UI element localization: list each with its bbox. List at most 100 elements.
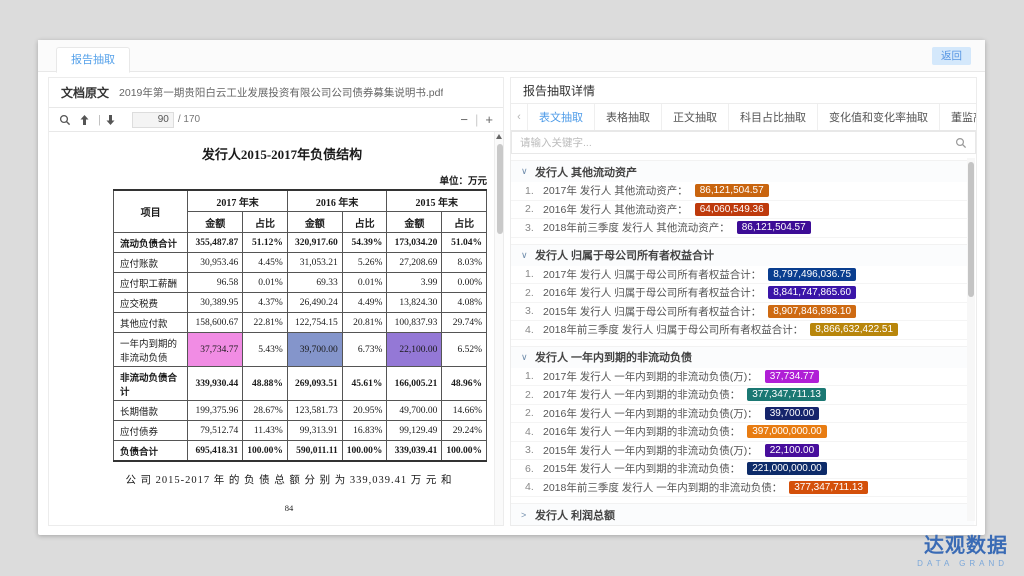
section-header[interactable]: ∨发行人 一年内到期的非流动负债	[511, 347, 974, 368]
zoom-out-button[interactable]: −	[460, 112, 468, 127]
extract-section: ∨发行人 一年内到期的非流动负债1.2017年 发行人 一年内到期的非流动负债(…	[511, 346, 974, 498]
value-badge[interactable]: 86,121,504.57	[695, 184, 769, 197]
item-label: 2016年 发行人 归属于母公司所有者权益合计：	[543, 285, 761, 300]
row-cell: 48.88%	[243, 367, 288, 401]
zoom-in-button[interactable]: +	[485, 112, 493, 127]
extract-pane: 报告抽取详情 ‹表文抽取表格抽取正文抽取科目占比抽取变化值和变化率抽取董监高年龄…	[510, 77, 977, 526]
row-label: 一年内到期的非流动负债	[114, 333, 188, 367]
extract-tab-4[interactable]: 变化值和变化率抽取	[817, 104, 939, 130]
extract-item[interactable]: 4.2018年前三季度 发行人 归属于母公司所有者权益合计：8,866,632,…	[511, 321, 974, 340]
extract-item[interactable]: 2.2017年 发行人 一年内到期的非流动负债：377,347,711.13	[511, 386, 974, 405]
section-header[interactable]: >发行人 利润总额	[511, 504, 974, 525]
extract-tab-2[interactable]: 正文抽取	[661, 104, 728, 130]
row-cell: 122,754.15	[287, 313, 342, 333]
extract-item[interactable]: 2.2016年 发行人 归属于母公司所有者权益合计： 8,841,747,865.…	[511, 284, 974, 303]
panel-scroll-thumb[interactable]	[968, 162, 974, 297]
row-cell: 5.43%	[243, 333, 288, 367]
keyword-search-input[interactable]	[520, 137, 955, 149]
extract-tab-1[interactable]: 表格抽取	[594, 104, 661, 130]
liabilities-table: 项目2017 年末2016 年末2015 年末金额占比金额占比金额占比流动负债合…	[113, 189, 487, 462]
value-badge[interactable]: 8,907,846,898.10	[768, 305, 856, 318]
row-cell: 13,824.30	[387, 293, 442, 313]
zoom-controls: − | +	[460, 112, 493, 127]
item-number: 1.	[525, 370, 543, 382]
item-number: 1.	[525, 268, 543, 280]
extract-item[interactable]: 2.2016年 发行人 一年内到期的非流动负债(万)：39,700.00	[511, 405, 974, 424]
row-cell: 100.00%	[342, 441, 387, 462]
pdf-unit-label: 单位：万元	[113, 173, 487, 187]
tabs-prev-icon[interactable]: ‹	[511, 104, 527, 130]
row-label: 长期借款	[114, 401, 188, 421]
pdf-footer-sentence: 公 司 2015-2017 年 的 负 债 总 额 分 别 为 339,039.…	[89, 472, 489, 487]
extract-item[interactable]: 4.2018年前三季度 发行人 一年内到期的非流动负债：377,347,711.…	[511, 479, 974, 498]
extract-tab-3[interactable]: 科目占比抽取	[728, 104, 817, 130]
row-cell: 28.67%	[243, 401, 288, 421]
table-header-year: 2017 年末	[188, 190, 288, 212]
extract-item[interactable]: 1.2017年 发行人 归属于母公司所有者权益合计：8,797,496,036.…	[511, 266, 974, 285]
value-badge[interactable]: 397,000,000.00	[747, 425, 827, 438]
search-icon[interactable]	[59, 114, 71, 126]
item-number: 2.	[525, 287, 543, 299]
tab-report-extract[interactable]: 报告抽取	[56, 47, 130, 73]
table-subheader: 占比	[342, 212, 387, 233]
extract-item[interactable]: 2.2016年 发行人 其他流动资产：64,060,549.36	[511, 201, 974, 220]
extract-section: ∨发行人 归属于母公司所有者权益合计1.2017年 发行人 归属于母公司所有者权…	[511, 244, 974, 340]
row-cell: 99,129.49	[387, 421, 442, 441]
row-cell: 158,600.67	[188, 313, 243, 333]
extract-tab-0[interactable]: 表文抽取	[527, 104, 594, 130]
item-number: 4.	[525, 481, 543, 493]
value-badge[interactable]: 37,734.77	[765, 370, 820, 383]
scroll-up-icon[interactable]	[496, 134, 502, 139]
extract-item[interactable]: 6.2015年 发行人 一年内到期的非流动负债：221,000,000.00	[511, 460, 974, 479]
document-label: 文档原文	[61, 84, 109, 101]
extract-item[interactable]: 4.2016年 发行人 一年内到期的非流动负债：397,000,000.00	[511, 423, 974, 442]
item-label: 2018年前三季度 发行人 其他流动资产：	[543, 220, 730, 235]
table-row: 一年内到期的非流动负债37,734.775.43%39,700.006.73%2…	[114, 333, 487, 367]
table-subheader: 金额	[287, 212, 342, 233]
extract-item[interactable]: 3.2015年 发行人 归属于母公司所有者权益合计：8,907,846,898.…	[511, 303, 974, 322]
section-header[interactable]: ∨发行人 其他流动资产	[511, 161, 974, 182]
table-subheader: 金额	[387, 212, 442, 233]
row-cell: 100.00%	[442, 441, 487, 462]
section-header[interactable]: ∨发行人 归属于母公司所有者权益合计	[511, 245, 974, 266]
search-icon[interactable]	[955, 137, 967, 149]
extract-item[interactable]: 3.2018年前三季度 发行人 其他流动资产：86,121,504.57	[511, 219, 974, 238]
back-button[interactable]: 返回	[932, 47, 971, 65]
page-number-input[interactable]	[132, 112, 174, 128]
table-subheader: 占比	[243, 212, 288, 233]
row-cell: 4.45%	[243, 253, 288, 273]
pdf-page-number: 84	[89, 503, 489, 513]
value-badge[interactable]: 8,866,632,422.51	[810, 323, 898, 336]
row-cell: 29.24%	[442, 421, 487, 441]
value-badge[interactable]: 39,700.00	[765, 407, 820, 420]
table-row: 非流动负债合计339,930.4448.88%269,093.5145.61%1…	[114, 367, 487, 401]
row-cell: 31,053.21	[287, 253, 342, 273]
extract-item[interactable]: 3.2015年 发行人 一年内到期的非流动负债(万)：22,100.00	[511, 442, 974, 461]
row-cell: 4.08%	[442, 293, 487, 313]
page-down-icon[interactable]	[105, 114, 116, 126]
extract-item[interactable]: 1.2017年 发行人 一年内到期的非流动负债(万)：37,734.77	[511, 368, 974, 387]
value-badge[interactable]: 86,121,504.57	[737, 221, 811, 234]
page-up-icon[interactable]	[79, 114, 90, 126]
document-filename: 2019年第一期贵阳白云工业发展投资有限公司公司债券募集说明书.pdf	[119, 85, 443, 100]
row-cell: 199,375.96	[188, 401, 243, 421]
pdf-scroll-thumb[interactable]	[497, 144, 503, 234]
extract-item[interactable]: 1.2017年 发行人 其他流动资产：86,121,504.57	[511, 182, 974, 201]
row-cell: 37,734.77	[188, 333, 243, 367]
row-cell: 79,512.74	[188, 421, 243, 441]
value-badge[interactable]: 221,000,000.00	[747, 462, 827, 475]
value-badge[interactable]: 377,347,711.13	[789, 481, 868, 494]
pdf-scrollbar[interactable]	[494, 132, 503, 525]
extract-tab-5[interactable]: 董监高年龄抽取	[939, 104, 976, 130]
logo-english: DATA GRAND	[917, 559, 1008, 568]
row-cell: 51.12%	[243, 233, 288, 253]
pdf-toolbar: | / 170 − | +	[49, 108, 503, 132]
row-cell: 0.00%	[442, 273, 487, 293]
value-badge[interactable]: 8,797,496,036.75	[768, 268, 856, 281]
value-badge[interactable]: 22,100.00	[765, 444, 820, 457]
value-badge[interactable]: 8,841,747,865.60	[768, 286, 856, 299]
value-badge[interactable]: 64,060,549.36	[695, 203, 769, 216]
panel-scrollbar[interactable]	[967, 158, 975, 521]
zoom-divider: |	[475, 112, 478, 127]
value-badge[interactable]: 377,347,711.13	[747, 388, 826, 401]
